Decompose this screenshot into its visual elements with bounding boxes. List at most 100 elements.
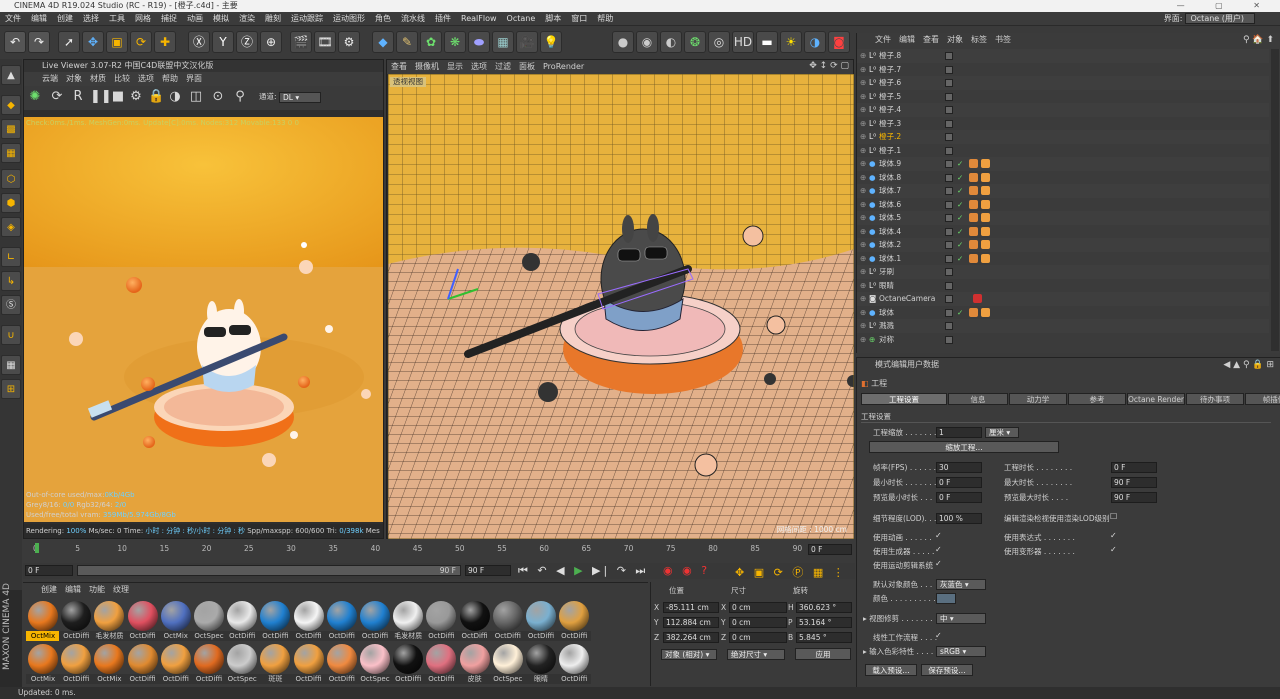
menu-item[interactable]: 选择 [78,14,104,23]
visibility-toggle[interactable] [945,322,953,330]
live-viewer-menu-item[interactable]: 选项 [138,74,154,83]
texture-mode-icon[interactable]: ▩ [1,119,21,139]
material-swatch[interactable] [227,601,258,631]
attribute-menu-item[interactable]: 用户数据 [907,360,939,369]
object-menu-item[interactable]: 查看 [923,35,939,44]
octane-hdri-icon[interactable]: HD [732,31,754,53]
menu-item[interactable]: 渲染 [234,14,260,23]
material-tag-icon[interactable] [981,199,990,209]
material-swatch[interactable] [492,644,523,674]
menu-item[interactable]: 网格 [130,14,156,23]
camera-tag-icon[interactable] [973,294,982,303]
min-time-input[interactable]: 0 F [936,477,982,488]
octane-object-icon[interactable]: ❂ [684,31,706,53]
keyframe-controls[interactable]: ✥ ▣ ⟳ Ⓟ ▦ ⋮ [735,564,847,580]
y-size-input[interactable]: 0 cm [729,617,787,628]
material-swatch[interactable] [127,644,158,674]
object-row[interactable]: ⊕ L⁰ 橙子.4 [857,103,1269,117]
material-label[interactable]: OctDiffi [557,674,592,684]
object-name[interactable]: 牙刷 [879,265,894,279]
object-name[interactable]: 球体.8 [879,171,901,185]
render-view-icon[interactable]: 🎬 [290,31,312,53]
lock-icon[interactable]: ⊞ [1,379,21,399]
expand-icon[interactable]: ⊕ [860,76,866,90]
viewport-menu-item[interactable]: 显示 [447,62,463,71]
tab-2[interactable]: 动力学 [1009,393,1067,405]
expand-icon[interactable]: ⊕ [860,252,866,266]
octane-logo-icon[interactable]: ✺ [27,89,43,105]
visibility-toggle[interactable] [945,227,953,236]
menu-item[interactable]: 文件 [0,14,26,23]
material-tag-icon[interactable] [969,199,978,209]
material-label[interactable]: OctDiffi [59,631,94,641]
object-name[interactable]: 橙子.1 [879,144,901,158]
object-name[interactable]: 球体.5 [879,211,901,225]
object-name[interactable]: 球体.2 [879,238,901,252]
viewport-menu-item[interactable]: 查看 [391,62,407,71]
default-color-select[interactable]: 灰蓝色 ▾ [936,579,986,590]
interface-selector[interactable]: 界面: Octane (用户) [1159,13,1260,25]
x-position-input[interactable]: -85.111 cm [663,602,719,613]
tab-3[interactable]: 参考 [1068,393,1126,405]
material-label[interactable]: OctDiffi [225,631,260,641]
use-expr-checkbox[interactable]: ✓ [1110,531,1117,540]
material-tag-icon[interactable] [969,307,978,317]
visibility-toggle[interactable] [945,187,953,195]
grid-icon[interactable]: ▦ [1,355,21,375]
y-position-input[interactable]: 112.884 cm [663,617,719,628]
object-row[interactable]: ⊕ L⁰ 橙子.2 [857,130,1269,144]
object-name[interactable]: 橙子.4 [879,103,901,117]
material-swatch[interactable] [459,601,490,631]
object-name[interactable]: 橙子.5 [879,90,901,104]
playback-controls[interactable]: ⏮ ↶ ◀ ▶ ▶| ↷ ⏭ [518,564,648,578]
live-viewer-menu-item[interactable]: 对象 [66,74,82,83]
scale-unit-select[interactable]: 厘米 ▾ [985,427,1019,438]
object-name[interactable]: 眼睛 [879,279,894,293]
material-label[interactable]: OctDiffi [424,674,459,684]
material-label[interactable]: OctDiffi [158,674,193,684]
restart-render-icon[interactable]: ⟳ [49,89,65,105]
material-swatch[interactable] [160,601,191,631]
material-menu-item[interactable]: 编辑 [65,585,81,594]
material-label[interactable]: OctDiffi [324,631,359,641]
viewport-menu-item[interactable]: 选项 [471,62,487,71]
object-row[interactable]: ⊕ ⊕ 对称 [857,333,1269,347]
y-axis-icon[interactable]: Y [212,31,234,53]
visibility-toggle[interactable] [945,214,953,222]
menu-item[interactable]: 运动图形 [328,14,370,23]
object-menu-item[interactable]: 文件 [875,35,891,44]
object-row[interactable]: ⊕ ● 球体.7 ✓ [857,184,1269,198]
attribute-nav-icon[interactable]: ◀ ▲ ⚲ 🔒 ⊞ [1223,360,1274,370]
material-swatch[interactable] [28,601,58,631]
object-menu-item[interactable]: 标签 [971,35,987,44]
material-tag-icon[interactable] [969,253,978,263]
project-time-input[interactable]: 0 F [1111,462,1157,473]
material-tag-icon[interactable] [981,172,990,182]
transform-tool-icon[interactable]: ✚ [154,31,176,53]
viewport-render[interactable] [388,74,854,539]
material-swatch[interactable] [293,601,324,631]
material-swatch[interactable] [194,601,224,631]
octane-env-icon[interactable]: ◑ [804,31,826,53]
axis-mode-icon[interactable]: ∟ [1,247,21,267]
material-label[interactable]: OctMix [26,674,60,684]
visibility-toggle[interactable] [945,133,953,141]
object-menu-item[interactable]: 对象 [947,35,963,44]
material-swatch[interactable] [559,601,590,631]
material-swatch[interactable] [260,644,291,674]
material-swatch[interactable] [28,644,58,674]
expand-icon[interactable]: ⊕ [860,103,866,117]
octane-daylight-icon[interactable]: ☀ [780,31,802,53]
make-editable-icon[interactable]: ▲ [1,65,21,85]
refresh-render-icon[interactable]: R [70,89,86,105]
object-name[interactable]: 球体 [879,306,894,320]
material-tag-icon[interactable] [981,159,990,168]
expand-icon[interactable]: ⊕ [860,144,866,158]
interface-value[interactable]: Octane (用户) [1185,13,1255,24]
object-name[interactable]: 橙子.3 [879,117,901,131]
render-picture-icon[interactable]: 🎞 [314,31,336,53]
object-name[interactable]: 对称 [879,333,894,347]
material-label[interactable]: OctDiffi [258,631,293,641]
expand-icon[interactable]: ⊕ [860,211,866,225]
lod-input[interactable]: 100 % [936,513,982,524]
